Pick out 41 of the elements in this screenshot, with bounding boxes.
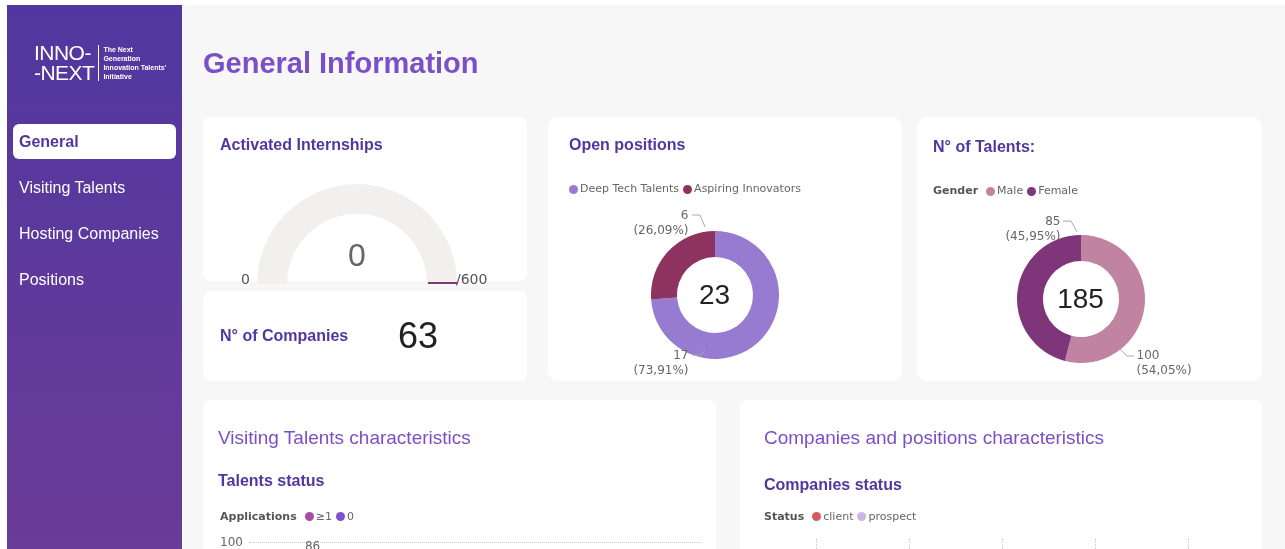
legend-label: client [823, 508, 854, 525]
gauge-max: /600 [456, 270, 488, 289]
axis-tick: 100 [220, 535, 243, 549]
legend-label: Aspiring Innovators [694, 181, 801, 197]
data-label: 6 (26,09%) [632, 207, 689, 238]
nav-item[interactable]: Positions [13, 262, 176, 297]
legend-label: Female [1038, 183, 1078, 199]
target-marker [427, 282, 458, 284]
logo-wordmark: INNO- -NEXT [34, 43, 95, 83]
chart-title: Companies status [764, 474, 903, 495]
gauge-min: 0 [241, 270, 250, 289]
section-title: Companies and positions characteristics [764, 426, 1106, 450]
legend-title: Gender [933, 183, 979, 199]
legend-title: Status [764, 508, 805, 525]
donut-total: 23 [697, 277, 732, 312]
leader-line [691, 214, 705, 227]
leader-line [691, 350, 705, 355]
legend-label: 0 [346, 508, 354, 525]
leader-line [1118, 347, 1134, 356]
kpi-value: 63 [398, 314, 439, 358]
data-label: 85 (45,95%) [1004, 213, 1061, 244]
nav-item[interactable]: Visiting Talents [13, 170, 176, 205]
data-label: 17 (73,91%) [632, 347, 689, 378]
legend-title: Applications [220, 508, 297, 525]
chart-title: Talents status [218, 470, 326, 491]
page-title: General Information [203, 46, 480, 81]
nav-item[interactable]: Hosting Companies [13, 216, 176, 251]
card-title: N° of Talents: [933, 137, 1037, 157]
section-title: Visiting Talents characteristics [218, 426, 472, 450]
legend-label: Male [997, 183, 1024, 199]
legend-label: Deep Tech Talents [580, 181, 680, 197]
card-title: Activated Internships [220, 135, 384, 155]
leader-line [1062, 220, 1077, 232]
card-title: N° of Companies [220, 326, 350, 346]
legend-label: ≥1 [315, 508, 332, 525]
nav-item[interactable]: General [13, 124, 176, 159]
gauge-value: 0 [347, 237, 367, 273]
card-title: Open positions [569, 135, 687, 155]
donut-total: 185 [1056, 281, 1105, 316]
legend-label: prospect [868, 508, 917, 525]
data-label: 100 (54,05%) [1136, 347, 1193, 378]
